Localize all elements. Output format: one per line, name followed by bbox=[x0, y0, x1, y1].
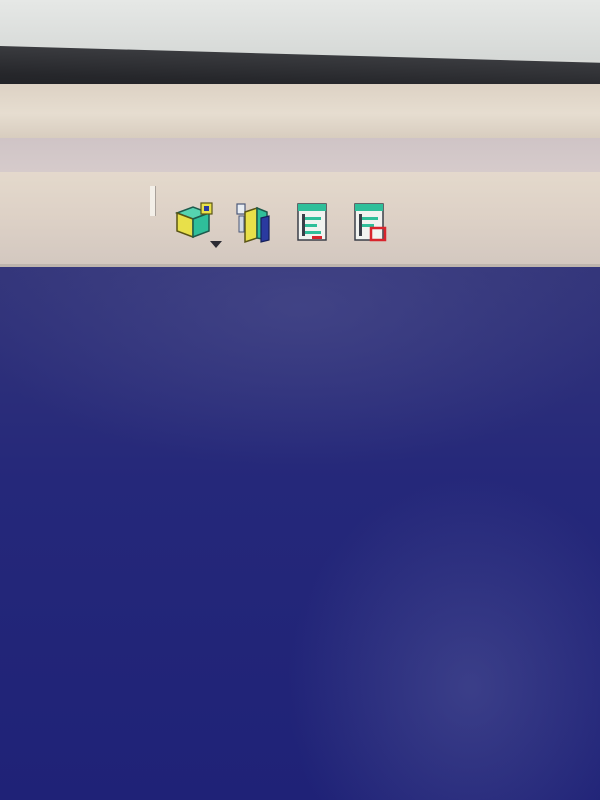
3d-viewport[interactable] bbox=[0, 267, 600, 800]
part-book-icon bbox=[236, 203, 270, 244]
specification-tree-red-icon bbox=[354, 203, 387, 242]
part-button[interactable] bbox=[230, 200, 276, 244]
product-button[interactable] bbox=[170, 200, 216, 244]
tree-expand-button[interactable] bbox=[289, 200, 335, 244]
tree-collapse-button[interactable] bbox=[348, 200, 394, 244]
main-toolbar bbox=[0, 172, 600, 267]
menu-bar bbox=[0, 84, 600, 138]
product-dropdown-arrow[interactable] bbox=[210, 241, 222, 248]
product-box-icon bbox=[174, 202, 213, 239]
toolbar-grip-handle[interactable] bbox=[150, 186, 156, 216]
toolbar-separator bbox=[0, 138, 600, 172]
application-window bbox=[0, 84, 600, 800]
specification-tree-icon bbox=[297, 203, 327, 241]
